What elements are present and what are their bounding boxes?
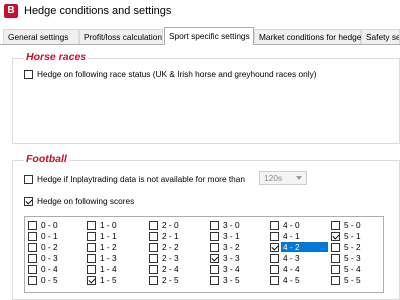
score-label: 5 - 3 xyxy=(344,253,361,263)
scores-checklist: 0 - 0 0 - 1 0 - 2 0 - 3 0 - 4 0 - 5 1 - … xyxy=(24,216,384,293)
horse-races-title: Horse races xyxy=(24,51,89,63)
window-title: Hedge conditions and settings xyxy=(24,5,172,17)
score-label: 5 - 1 xyxy=(344,231,361,241)
score-checkbox[interactable] xyxy=(87,265,96,274)
score-label: 2 - 5 xyxy=(162,275,179,285)
score-checkbox[interactable] xyxy=(270,221,279,230)
score-checkbox[interactable] xyxy=(149,243,158,252)
score-checkbox[interactable] xyxy=(87,232,96,241)
score-label: 4 - 3 xyxy=(283,253,300,263)
tab-profit-loss-calculation[interactable]: Profit/loss calculation xyxy=(79,29,163,44)
tab-sport-specific-settings[interactable]: Sport specific settings xyxy=(164,27,254,45)
score-label: 3 - 1 xyxy=(223,231,240,241)
app-logo-icon: B xyxy=(4,4,18,18)
scores-checkbox[interactable] xyxy=(24,197,33,206)
score-checkbox[interactable] xyxy=(149,276,158,285)
scores-label: Hedge on following scores xyxy=(37,196,135,206)
score-checkbox[interactable] xyxy=(331,232,340,241)
score-label: 2 - 0 xyxy=(162,220,179,230)
score-label: 0 - 2 xyxy=(41,242,58,252)
score-label: 0 - 0 xyxy=(41,220,58,230)
score-checkbox[interactable] xyxy=(87,221,96,230)
score-label: 4 - 2 xyxy=(281,242,328,252)
score-label: 3 - 5 xyxy=(223,275,240,285)
timeout-value: 120s xyxy=(264,173,282,183)
score-label: 3 - 0 xyxy=(223,220,240,230)
score-label: 5 - 0 xyxy=(344,220,361,230)
score-checkbox[interactable] xyxy=(331,254,340,263)
score-label: 0 - 3 xyxy=(41,253,58,263)
score-checkbox[interactable] xyxy=(270,243,279,252)
score-checkbox[interactable] xyxy=(270,254,279,263)
score-checkbox[interactable] xyxy=(210,254,219,263)
score-checkbox[interactable] xyxy=(210,221,219,230)
score-label: 5 - 4 xyxy=(344,264,361,274)
score-checkbox[interactable] xyxy=(270,265,279,274)
score-label: 2 - 3 xyxy=(162,253,179,263)
score-checkbox[interactable] xyxy=(28,243,37,252)
tab-general-settings[interactable]: General settings xyxy=(3,29,79,44)
inplay-data-checkbox[interactable] xyxy=(24,175,33,184)
score-label: 4 - 5 xyxy=(283,275,300,285)
tab-strip: General settings Profit/loss calculation… xyxy=(0,27,400,45)
score-checkbox[interactable] xyxy=(87,254,96,263)
score-label: 0 - 4 xyxy=(41,264,58,274)
score-label: 1 - 1 xyxy=(100,231,117,241)
score-label: 2 - 2 xyxy=(162,242,179,252)
score-checkbox[interactable] xyxy=(331,265,340,274)
score-label: 1 - 2 xyxy=(100,242,117,252)
tab-market-conditions[interactable]: Market conditions for hedge xyxy=(254,29,361,44)
score-label: 3 - 4 xyxy=(223,264,240,274)
score-checkbox[interactable] xyxy=(149,232,158,241)
score-label: 1 - 0 xyxy=(100,220,117,230)
title-bar: B Hedge conditions and settings xyxy=(0,0,400,22)
score-checkbox[interactable] xyxy=(270,276,279,285)
race-status-checkbox[interactable] xyxy=(24,70,33,79)
score-label: 0 - 5 xyxy=(41,275,58,285)
score-label: 3 - 3 xyxy=(223,253,240,263)
score-checkbox[interactable] xyxy=(28,265,37,274)
score-label: 5 - 5 xyxy=(344,275,361,285)
chevron-down-icon xyxy=(296,176,302,180)
football-title: Football xyxy=(24,153,69,165)
score-checkbox[interactable] xyxy=(210,276,219,285)
score-label: 1 - 3 xyxy=(100,253,117,263)
score-checkbox[interactable] xyxy=(210,243,219,252)
score-label: 2 - 4 xyxy=(162,264,179,274)
score-checkbox[interactable] xyxy=(28,221,37,230)
inplay-data-label: Hedge if Inplaytrading data is not avail… xyxy=(37,174,246,184)
score-label: 4 - 0 xyxy=(283,220,300,230)
score-checkbox[interactable] xyxy=(149,221,158,230)
score-label: 3 - 2 xyxy=(223,242,240,252)
score-label: 5 - 2 xyxy=(344,242,361,252)
score-checkbox[interactable] xyxy=(28,254,37,263)
score-checkbox[interactable] xyxy=(87,243,96,252)
score-label: 1 - 5 xyxy=(100,275,117,285)
score-label: 4 - 1 xyxy=(283,231,300,241)
score-checkbox[interactable] xyxy=(149,265,158,274)
score-checkbox[interactable] xyxy=(210,232,219,241)
score-checkbox[interactable] xyxy=(270,232,279,241)
score-label: 0 - 1 xyxy=(41,231,58,241)
score-checkbox[interactable] xyxy=(331,221,340,230)
score-checkbox[interactable] xyxy=(149,254,158,263)
timeout-dropdown[interactable]: 120s xyxy=(259,171,307,185)
tab-safety-settings[interactable]: Safety se xyxy=(361,29,400,44)
score-label: 2 - 1 xyxy=(162,231,179,241)
score-label: 4 - 4 xyxy=(283,264,300,274)
score-checkbox[interactable] xyxy=(331,243,340,252)
score-label: 1 - 4 xyxy=(100,264,117,274)
score-checkbox[interactable] xyxy=(331,276,340,285)
score-checkbox[interactable] xyxy=(210,265,219,274)
score-checkbox[interactable] xyxy=(87,276,96,285)
score-checkbox[interactable] xyxy=(28,232,37,241)
score-checkbox[interactable] xyxy=(28,276,37,285)
race-status-label: Hedge on following race status (UK & Iri… xyxy=(37,69,317,79)
